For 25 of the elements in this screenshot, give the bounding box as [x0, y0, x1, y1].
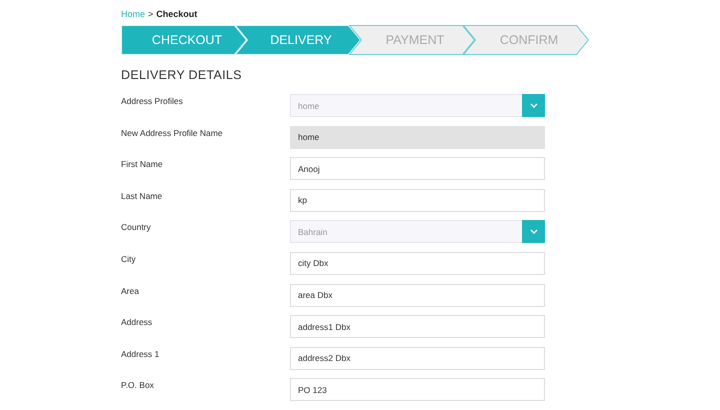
input-field[interactable]: kp [290, 188, 545, 212]
input-field[interactable]: home [290, 126, 545, 149]
current-page: Checkout [156, 9, 198, 19]
dropdown-button[interactable] [522, 94, 545, 117]
input-field[interactable]: PO 123 [290, 378, 545, 402]
field-label: Area [121, 284, 140, 296]
field-label: Address [121, 316, 154, 328]
section-heading: DELIVERY DETAILS [121, 68, 243, 82]
field-label: New Address Profile Name [121, 126, 224, 138]
input-field[interactable]: area Dbx [290, 284, 545, 307]
input-field[interactable]: Anooj [290, 157, 545, 180]
breadcrumb-separator: > [148, 9, 154, 19]
input-field[interactable]: address1 Dbx [290, 315, 545, 338]
field-label: Country [121, 221, 152, 232]
dropdown-button[interactable] [522, 220, 545, 244]
chevron-down-icon [530, 103, 538, 108]
input-field[interactable]: address2 Dbx [290, 346, 545, 370]
field-label: Last Name [121, 190, 164, 201]
field-label: Address Profiles [121, 95, 184, 106]
field-label: P.O. Box [121, 379, 155, 390]
field-label: Address 1 [121, 348, 160, 359]
field-label: City [121, 252, 137, 264]
field-label: First Name [121, 158, 164, 170]
chevron-down-icon [530, 229, 538, 234]
input-field[interactable]: city Dbx [290, 252, 545, 275]
